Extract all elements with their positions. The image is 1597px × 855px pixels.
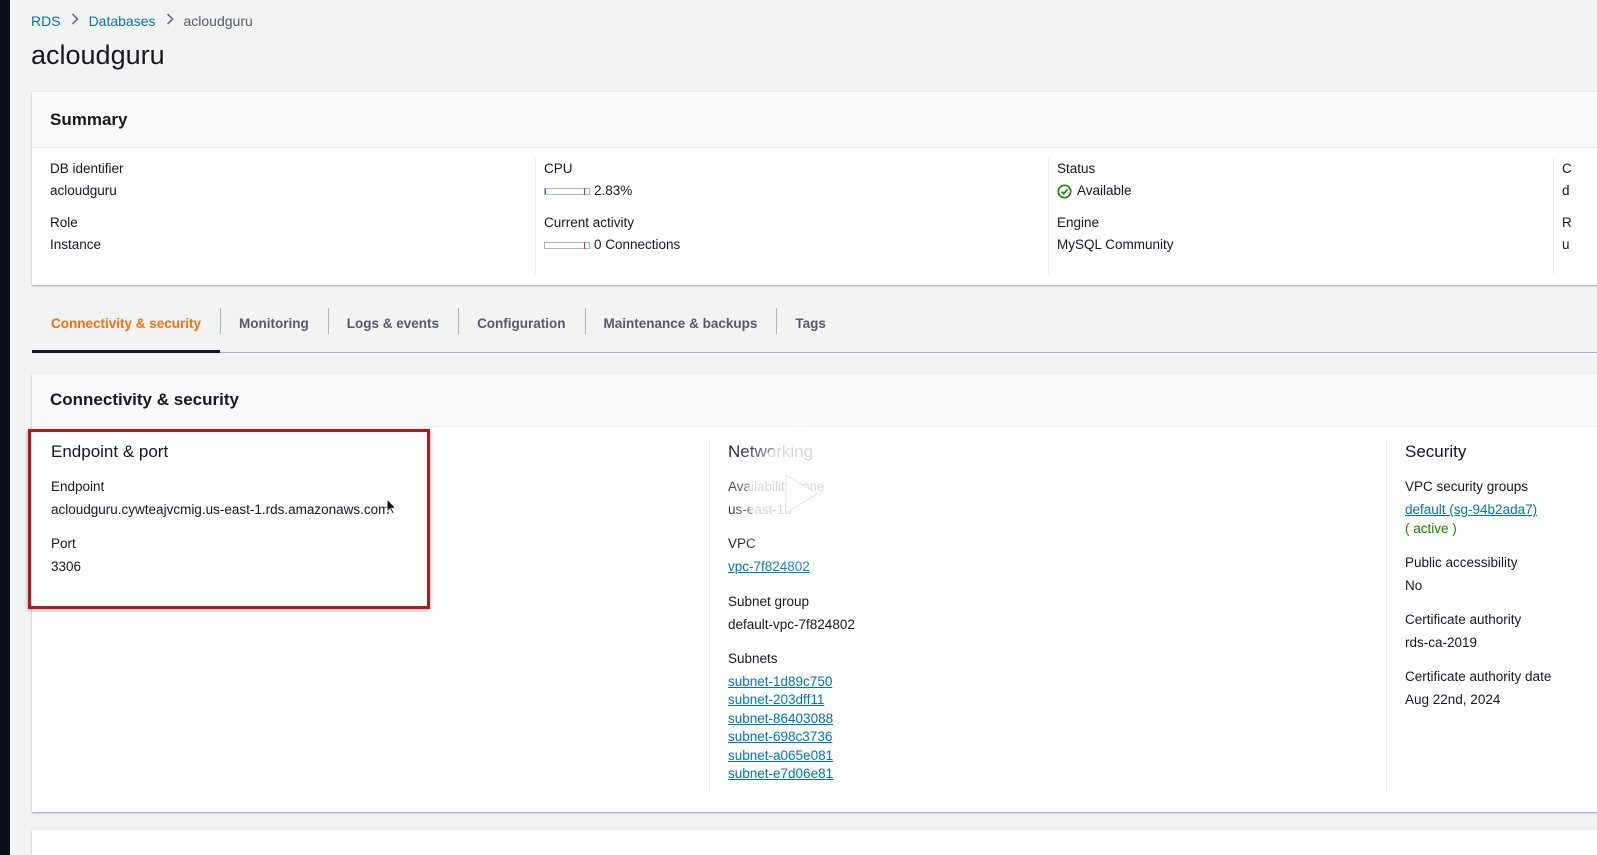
- tab-maintenance-backups[interactable]: Maintenance & backups: [584, 300, 777, 346]
- play-icon: [785, 473, 818, 514]
- tab-connectivity-security[interactable]: Connectivity & security: [32, 300, 221, 353]
- breadcrumb-rds-link[interactable]: RDS: [31, 13, 61, 29]
- truncated-value-1: d: [1562, 183, 1570, 198]
- section-divider: [709, 440, 710, 792]
- vpc-security-groups-label: VPC security groups: [1405, 479, 1529, 494]
- left-edge-strip: [0, 0, 10, 855]
- subnet-link[interactable]: subnet-1d89c750: [728, 673, 855, 692]
- breadcrumb: RDS Databases acloudguru: [31, 12, 253, 30]
- next-card-edge: [32, 830, 1597, 855]
- cpu-meter-fill: [545, 188, 547, 194]
- security-heading: Security: [1405, 442, 1467, 461]
- subnets-label: Subnets: [728, 650, 778, 666]
- certificate-authority-date-label: Certificate authority date: [1405, 668, 1552, 684]
- cpu-meter-threshold: [584, 187, 585, 195]
- security-group-status: ( active ): [1405, 520, 1457, 536]
- summary-column-status: Status Available Engine MySQL Community: [1057, 160, 1174, 268]
- status-value: Available: [1077, 183, 1132, 198]
- connectivity-title: Connectivity & security: [50, 390, 239, 409]
- tab-tags[interactable]: Tags: [776, 300, 845, 346]
- public-accessibility-value: No: [1405, 577, 1423, 593]
- activity-meter: [544, 241, 590, 249]
- summary-divider: [1048, 158, 1049, 274]
- activity-meter-threshold: [584, 241, 585, 249]
- role-value: Instance: [50, 237, 102, 252]
- certificate-authority-value: rds-ca-2019: [1405, 634, 1478, 650]
- status-available-icon: [1057, 183, 1072, 199]
- public-accessibility-label: Public accessibility: [1405, 554, 1518, 570]
- summary-column-truncated: C d R u: [1562, 160, 1572, 268]
- summary-divider: [1553, 158, 1554, 274]
- truncated-label-1: C: [1562, 161, 1572, 176]
- breadcrumb-databases-link[interactable]: Databases: [89, 13, 156, 29]
- cpu-value: 2.83%: [594, 183, 633, 198]
- subnet-group-label: Subnet group: [728, 593, 810, 609]
- chevron-right-icon: [156, 12, 184, 30]
- subnet-link[interactable]: subnet-698c3736: [728, 728, 855, 747]
- summary-column-metrics: CPU 2.83% Current activity 0 Connections: [544, 160, 680, 268]
- detail-tabs: Connectivity & security Monitoring Logs …: [32, 306, 1597, 353]
- db-identifier-value: acloudguru: [50, 183, 117, 198]
- vpc-link[interactable]: vpc-7f824802: [728, 558, 855, 577]
- summary-divider: [535, 158, 536, 274]
- summary-header: Summary: [32, 92, 1597, 148]
- section-divider: [1386, 440, 1387, 792]
- page: RDS Databases acloudguru acloudguru Summ…: [10, 0, 1597, 855]
- current-activity-label: Current activity: [544, 215, 635, 230]
- truncated-value-2: u: [1562, 237, 1570, 252]
- status-label: Status: [1057, 161, 1096, 176]
- tab-monitoring[interactable]: Monitoring: [220, 300, 328, 346]
- engine-value: MySQL Community: [1057, 237, 1174, 252]
- summary-card: Summary DB identifier acloudguru Role In…: [32, 92, 1597, 285]
- truncated-label-2: R: [1562, 215, 1572, 230]
- security-section: Security VPC security groups default (sg…: [1405, 442, 1551, 725]
- breadcrumb-current: acloudguru: [183, 13, 253, 29]
- subnet-link[interactable]: subnet-a065e081: [728, 747, 855, 766]
- db-identifier-label: DB identifier: [50, 161, 124, 176]
- certificate-authority-label: Certificate authority: [1405, 611, 1522, 627]
- summary-column-identity: DB identifier acloudguru Role Instance: [50, 160, 124, 268]
- summary-title: Summary: [50, 109, 128, 129]
- engine-label: Engine: [1057, 215, 1100, 230]
- current-activity-value: 0 Connections: [594, 237, 681, 252]
- tab-logs-events[interactable]: Logs & events: [327, 300, 458, 346]
- cpu-label: CPU: [544, 161, 573, 176]
- mouse-cursor-icon: [386, 497, 398, 520]
- subnet-link[interactable]: subnet-86403088: [728, 710, 855, 729]
- subnet-group-value: default-vpc-7f824802: [728, 616, 855, 632]
- chevron-right-icon: [61, 12, 89, 30]
- page-title: acloudguru: [31, 40, 165, 70]
- subnet-link[interactable]: subnet-203dff11: [728, 691, 855, 710]
- connectivity-header: Connectivity & security: [32, 374, 1597, 427]
- role-label: Role: [50, 215, 78, 230]
- endpoint-highlight-box: [28, 429, 430, 609]
- cpu-meter: [544, 187, 590, 195]
- tab-configuration[interactable]: Configuration: [458, 300, 584, 346]
- security-group-link[interactable]: default (sg-94b2ada7): [1405, 501, 1551, 520]
- certificate-authority-date-value: Aug 22nd, 2024: [1405, 691, 1501, 707]
- subnet-link[interactable]: subnet-e7d06e81: [728, 765, 855, 784]
- video-play-button[interactable]: [748, 442, 851, 545]
